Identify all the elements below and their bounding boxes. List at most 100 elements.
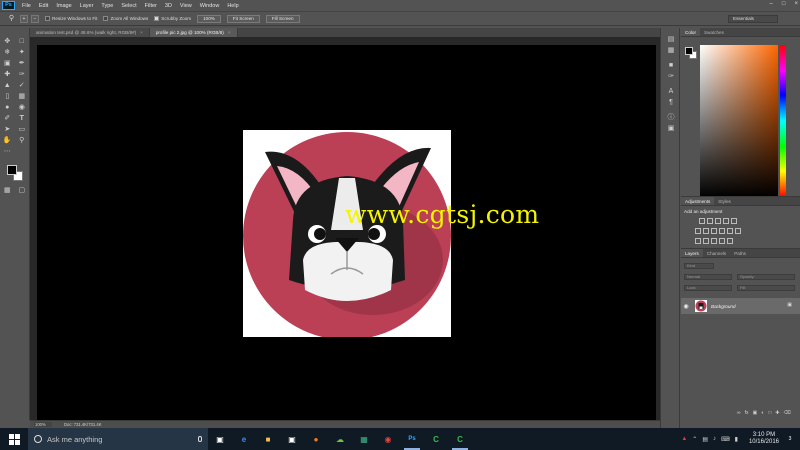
firefox-icon[interactable]: ●	[304, 428, 328, 450]
microphone-icon[interactable]	[198, 436, 202, 442]
new-layer-icon[interactable]: ✚	[775, 410, 779, 416]
scrubby-zoom-checkbox[interactable]: Scrubby Zoom	[154, 16, 191, 21]
tab-swatches[interactable]: Swatches	[700, 28, 728, 36]
minimize-button[interactable]: –	[770, 1, 773, 7]
taskbar-clock[interactable]: 3:10 PM 10/16/2016	[749, 432, 779, 446]
info-icon[interactable]: ⓘ	[661, 112, 681, 123]
zoom-tool-preset-icon[interactable]: ⚲	[6, 14, 17, 24]
levels-icon[interactable]	[707, 218, 713, 224]
close-tab-icon[interactable]: ×	[228, 30, 231, 35]
menu-select[interactable]: Select	[117, 3, 140, 9]
eyedropper-tool-icon[interactable]: ✒	[16, 59, 27, 69]
resize-windows-checkbox[interactable]: Resize Windows to Fit	[45, 16, 97, 21]
new-group-icon[interactable]: □	[768, 410, 771, 416]
hand-tool-icon[interactable]: ✋	[2, 136, 13, 146]
menu-edit[interactable]: Edit	[35, 3, 52, 9]
blend-mode-select[interactable]: Normal	[684, 274, 732, 280]
layer-kind-filter[interactable]: Kind	[684, 263, 714, 269]
paragraph-icon[interactable]: ¶	[661, 97, 681, 108]
marquee-tool-icon[interactable]: □	[16, 37, 27, 47]
zoom-tool-icon[interactable]: ⚲	[16, 136, 27, 146]
add-mask-icon[interactable]: ▣	[752, 410, 757, 416]
menu-file[interactable]: File	[18, 3, 35, 9]
menu-3d[interactable]: 3D	[161, 3, 176, 9]
gradient-map-icon[interactable]	[719, 238, 725, 244]
properties-icon[interactable]: ▦	[661, 45, 681, 56]
brush-tool-icon[interactable]: ✑	[16, 70, 27, 80]
cortana-search-box[interactable]: Ask me anything	[28, 428, 208, 450]
libraries-icon[interactable]: ▣	[661, 123, 681, 134]
crop-tool-icon[interactable]: ▣	[2, 59, 13, 69]
character-icon[interactable]: A	[661, 86, 681, 97]
zoom-all-windows-checkbox[interactable]: Zoom All Windows	[103, 16, 148, 21]
store-icon[interactable]: ▣	[280, 428, 304, 450]
visibility-eye-icon[interactable]: ◉	[681, 303, 691, 310]
chrome-icon[interactable]: ◉	[376, 428, 400, 450]
photoshop-taskbar-icon[interactable]: Ps	[400, 428, 424, 450]
healing-brush-tool-icon[interactable]: ✚	[2, 70, 13, 80]
selective-color-icon[interactable]	[727, 238, 733, 244]
fill-screen-button[interactable]: Fill Screen	[265, 14, 300, 23]
keyboard-icon[interactable]: ⌨	[721, 436, 730, 443]
zoom-100-button[interactable]: 100%	[197, 14, 221, 23]
cloud-app-icon[interactable]: ☁	[328, 428, 352, 450]
tab-color[interactable]: Color	[681, 28, 700, 36]
volume-icon[interactable]: ♪	[713, 436, 716, 442]
vibrance-icon[interactable]	[731, 218, 737, 224]
hue-saturation-icon[interactable]	[695, 228, 701, 234]
color-picker-field[interactable]	[700, 45, 778, 197]
menu-window[interactable]: Window	[196, 3, 224, 9]
foreground-color-swatch[interactable]	[7, 165, 17, 175]
layer-row-background[interactable]: ◉ Background ▣	[681, 298, 800, 314]
menu-view[interactable]: View	[176, 3, 196, 9]
brightness-contrast-icon[interactable]	[699, 218, 705, 224]
link-layers-icon[interactable]: ∞	[737, 410, 741, 416]
tab-layers[interactable]: Layers	[681, 249, 703, 257]
camtasia-recorder-icon[interactable]: C	[448, 428, 472, 450]
tab-channels[interactable]: Channels	[703, 249, 730, 257]
gradient-tool-icon[interactable]: ▦	[16, 92, 27, 102]
doc-tab-animation-test[interactable]: animation test.psd @ 48.6% (walk right, …	[30, 28, 150, 37]
history-brush-tool-icon[interactable]: ✓	[16, 81, 27, 91]
threshold-icon[interactable]	[711, 238, 717, 244]
tab-paths[interactable]: Paths	[730, 249, 750, 257]
lasso-tool-icon[interactable]: ❄	[2, 48, 13, 58]
dodge-tool-icon[interactable]: ◉	[16, 103, 27, 113]
delete-layer-icon[interactable]: ⌫	[783, 410, 790, 416]
network-icon[interactable]: ▤	[702, 436, 708, 443]
canvas[interactable]: www.cgtsj.com	[37, 45, 656, 420]
green-app-icon[interactable]: ▦	[352, 428, 376, 450]
path-selection-tool-icon[interactable]: ➤	[2, 125, 13, 135]
magic-wand-tool-icon[interactable]: ✦	[16, 48, 27, 58]
quick-mask-icon[interactable]: ▦	[2, 186, 13, 196]
battery-icon[interactable]: ▮	[735, 436, 738, 443]
document-image[interactable]	[243, 130, 451, 337]
channel-mixer-icon[interactable]	[727, 228, 733, 234]
invert-icon[interactable]	[695, 238, 701, 244]
exposure-icon[interactable]	[723, 218, 729, 224]
status-zoom-field[interactable]: 100%	[34, 422, 52, 427]
color-lookup-icon[interactable]	[735, 228, 741, 234]
fit-screen-button[interactable]: Fit Screen	[226, 14, 260, 23]
layer-style-icon[interactable]: fx	[745, 410, 749, 416]
move-tool-icon[interactable]: ✥	[2, 37, 13, 47]
clone-stamp-tool-icon[interactable]: ▲	[2, 81, 13, 91]
screen-mode-icon[interactable]: ▢	[16, 186, 27, 196]
antivirus-icon[interactable]: ▲	[681, 436, 687, 442]
hue-slider[interactable]	[780, 45, 786, 197]
menu-help[interactable]: Help	[223, 3, 242, 9]
edge-browser-icon[interactable]: e	[232, 428, 256, 450]
pen-tool-icon[interactable]: ✐	[2, 114, 13, 124]
blur-tool-icon[interactable]: ●	[2, 103, 13, 113]
maximize-button[interactable]: □	[782, 1, 786, 7]
workspace-select[interactable]: Essentials	[728, 15, 778, 23]
canvas-area[interactable]: www.cgtsj.com	[30, 37, 660, 420]
menu-layer[interactable]: Layer	[76, 3, 98, 9]
camtasia-icon[interactable]: C	[424, 428, 448, 450]
close-button[interactable]: ×	[794, 1, 798, 7]
zoom-in-icon[interactable]: +	[20, 14, 28, 23]
brush-panel-icon[interactable]: ✑	[661, 71, 681, 82]
curves-icon[interactable]	[715, 218, 721, 224]
color-balance-icon[interactable]	[703, 228, 709, 234]
photo-filter-icon[interactable]	[719, 228, 725, 234]
